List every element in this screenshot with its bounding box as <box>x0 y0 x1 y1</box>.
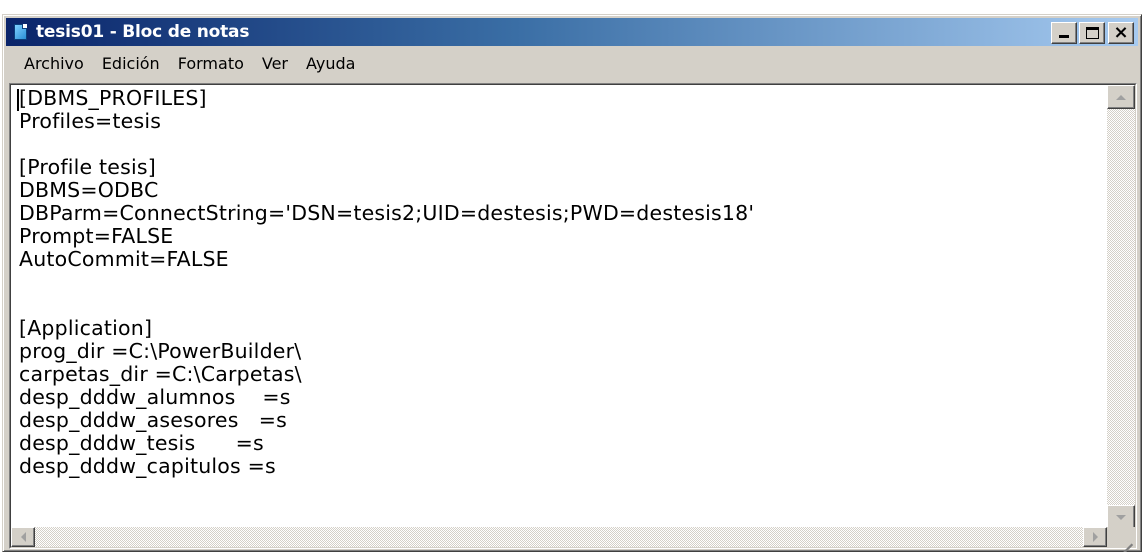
window-title: tesis01 - Bloc de notas <box>36 22 250 42</box>
window-controls: × <box>1051 22 1134 44</box>
grip-line <box>1120 543 1133 552</box>
text-line <box>19 271 1103 294</box>
text-line: prog_dir =C:\PowerBuilder\ <box>19 339 302 363</box>
vertical-scrollbar[interactable] <box>1107 85 1135 529</box>
text-line: desp_dddw_asesores =s <box>19 408 287 432</box>
title-bar[interactable]: tesis01 - Bloc de notas × <box>6 18 1138 46</box>
arrow-up-icon <box>1116 94 1126 100</box>
close-button[interactable]: × <box>1108 22 1134 44</box>
text-editor[interactable]: [DBMS_PROFILES] Profiles=tesis [Profile … <box>10 84 1136 552</box>
menu-ver[interactable]: Ver <box>262 54 288 73</box>
text-line: desp_dddw_alumnos =s <box>19 385 291 409</box>
editor-frame: [DBMS_PROFILES] Profiles=tesis [Profile … <box>9 83 1137 552</box>
minimize-button[interactable] <box>1051 22 1077 44</box>
menu-formato[interactable]: Formato <box>178 54 244 73</box>
menu-ayuda[interactable]: Ayuda <box>306 54 355 73</box>
notepad-icon[interactable] <box>12 23 30 41</box>
menu-archivo[interactable]: Archivo <box>24 54 84 73</box>
text-line: carpetas_dir =C:\Carpetas\ <box>19 362 302 386</box>
scroll-left-button[interactable] <box>11 527 35 547</box>
scroll-down-button[interactable] <box>1107 505 1135 529</box>
arrow-down-icon <box>1116 514 1126 520</box>
close-icon: × <box>1113 22 1129 43</box>
text-line: desp_dddw_tesis =s <box>19 431 264 455</box>
text-content[interactable]: [DBMS_PROFILES] Profiles=tesis [Profile … <box>13 85 1103 529</box>
maximize-icon <box>1086 27 1099 39</box>
text-line: [DBMS_PROFILES] <box>19 86 207 110</box>
text-line: [Application] <box>19 316 153 340</box>
menu-edicion[interactable]: Edición <box>102 54 160 73</box>
menu-bar: Archivo Edición Formato Ver Ayuda <box>6 48 1138 78</box>
resize-grip[interactable] <box>1107 527 1135 552</box>
arrow-left-icon <box>20 532 26 542</box>
text-line: AutoCommit=FALSE <box>19 247 229 271</box>
notepad-window: tesis01 - Bloc de notas × Archivo Edició… <box>2 14 1142 552</box>
text-line: [Profile tesis] <box>19 155 156 179</box>
text-line: DBMS=ODBC <box>19 178 159 202</box>
text-line: desp_dddw_capitulos =s <box>19 454 276 478</box>
scroll-right-button[interactable] <box>1083 527 1107 547</box>
text-line: Profiles=tesis <box>19 109 162 133</box>
scroll-up-button[interactable] <box>1107 85 1135 109</box>
text-caret <box>17 89 19 111</box>
maximize-button[interactable] <box>1079 22 1105 44</box>
text-line <box>19 294 1103 317</box>
minimize-icon <box>1059 35 1069 38</box>
text-line <box>19 133 1103 156</box>
arrow-right-icon <box>1092 532 1098 542</box>
text-line: Prompt=FALSE <box>19 224 174 248</box>
horizontal-scrollbar[interactable] <box>11 527 1107 547</box>
text-line: DBParm=ConnectString='DSN=tesis2;UID=des… <box>19 201 755 225</box>
